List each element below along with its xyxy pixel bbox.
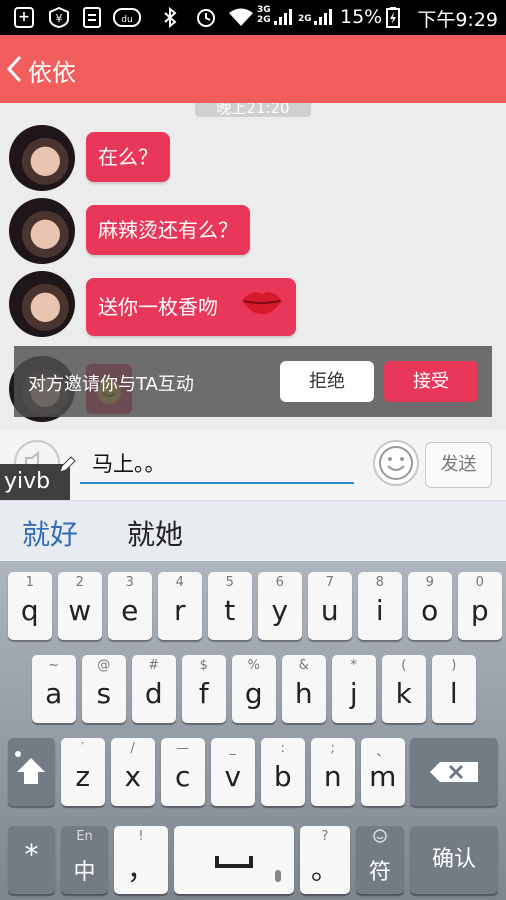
input-bar: yivb 发送 [0,430,506,500]
key-h[interactable]: & h [282,655,326,723]
message-bubble[interactable]: 在么？ [86,132,170,182]
interaction-invite-banner: 对方邀请你与TA互动 拒绝 接受 [14,346,492,417]
smiley-icon [379,446,413,480]
space-key[interactable] [174,826,294,894]
battery-icon [386,7,400,28]
key-q[interactable]: 1q [8,572,52,640]
message-bubble[interactable]: 送你一枚香吻 [86,278,296,336]
key-m[interactable]: 、 m [361,738,405,806]
symbol-key[interactable]: 符 [356,826,404,894]
confirm-key[interactable]: 确认 [410,826,498,894]
key-v[interactable]: _ v [211,738,255,806]
candidate-word[interactable]: 就好 [22,513,78,553]
key-k[interactable]: (k [382,655,426,723]
signal-icon [274,9,292,25]
key-u[interactable]: 7u [308,572,352,640]
space-bar-icon [215,856,281,882]
pinyin-text: yivb [4,469,51,494]
comma-key[interactable]: !， [114,826,168,894]
document-icon [82,7,102,28]
ime-candidate-bar: 就好 就她 [0,500,506,561]
wifi-icon [228,7,254,28]
key-p[interactable]: 0p [458,572,502,640]
pencil-icon [59,456,76,473]
key-t[interactable]: 5t [208,572,252,640]
reject-button[interactable]: 拒绝 [280,361,374,402]
svg-text:¥: ¥ [56,12,63,25]
key-b[interactable]: :b [261,738,305,806]
svg-text:du: du [121,15,132,25]
avatar[interactable] [9,271,75,337]
message-text: 送你一枚香吻 [98,295,218,319]
key-j[interactable]: * j [332,655,376,723]
network-type-label: 3G 2G [257,5,271,25]
emoticon-icon [356,829,404,847]
language-switch-key[interactable]: En 中 [61,826,108,894]
key-n[interactable]: ; n [311,738,355,806]
message-bubble[interactable]: 麻辣烫还有么？ [86,205,250,255]
period-key[interactable]: ?。 [300,826,350,894]
bluetooth-icon [162,6,178,29]
shift-arrow-icon [15,751,45,784]
accept-button[interactable]: 接受 [384,361,478,402]
key-x[interactable]: / x [111,738,155,806]
kiss-lips-icon [240,280,284,338]
send-button[interactable]: 发送 [425,442,492,488]
key-f[interactable]: $ f [182,655,226,723]
key-r[interactable]: 4r [158,572,202,640]
emoji-button[interactable] [373,440,419,486]
key-w[interactable]: 2w [58,572,102,640]
keyboard: 1q2w3e4r5t6y7u8i9o0p ~ a @ s # d $ f% g & h * j(k) l … [0,561,506,900]
message-timestamp: 晚上21:20 [195,103,311,117]
candidate-word[interactable]: 就她 [127,513,183,553]
key-z[interactable]: ′ z [61,738,105,806]
signal-icon-2 [314,9,332,25]
key-c[interactable]: — c [161,738,205,806]
chat-area[interactable]: 晚上21:20 在么？ 麻辣烫还有么？ 送你一枚香吻 对方邀请你与TA互动 拒绝… [0,103,506,430]
key-o[interactable]: 9o [408,572,452,640]
pinyin-composition: yivb [0,456,76,500]
network-type-label-2: 2G [298,14,312,24]
key-a[interactable]: ~ a [32,655,76,723]
clock: 下午9:29 [417,9,498,31]
app-notification-icon: du [112,7,142,28]
avatar[interactable] [9,125,75,191]
invite-text: 对方邀请你与TA互动 [28,374,194,395]
currency-icon: ¥ [48,6,70,29]
avatar[interactable] [9,198,75,264]
symbol-star-key[interactable]: * [8,826,55,894]
add-notification-icon: + [14,7,34,28]
alarm-icon [195,7,217,28]
key-i[interactable]: 8i [358,572,402,640]
shift-key[interactable] [8,738,55,806]
key-l[interactable]: ) l [432,655,476,723]
battery-percent: 15% [340,6,383,28]
message-input[interactable] [80,444,354,484]
key-g[interactable]: % g [232,655,276,723]
key-e[interactable]: 3e [108,572,152,640]
back-arrow-icon[interactable] [4,51,26,87]
contact-name[interactable]: 依依 [28,53,76,88]
chat-header: 依依 [0,35,506,103]
status-bar: + ¥ du 3G 2G 2G 15% 下午9:29 [0,0,506,35]
key-d[interactable]: # d [132,655,176,723]
key-y[interactable]: 6y [258,572,302,640]
backspace-key[interactable] [410,738,498,806]
key-s[interactable]: @ s [82,655,126,723]
backspace-icon [430,762,478,782]
